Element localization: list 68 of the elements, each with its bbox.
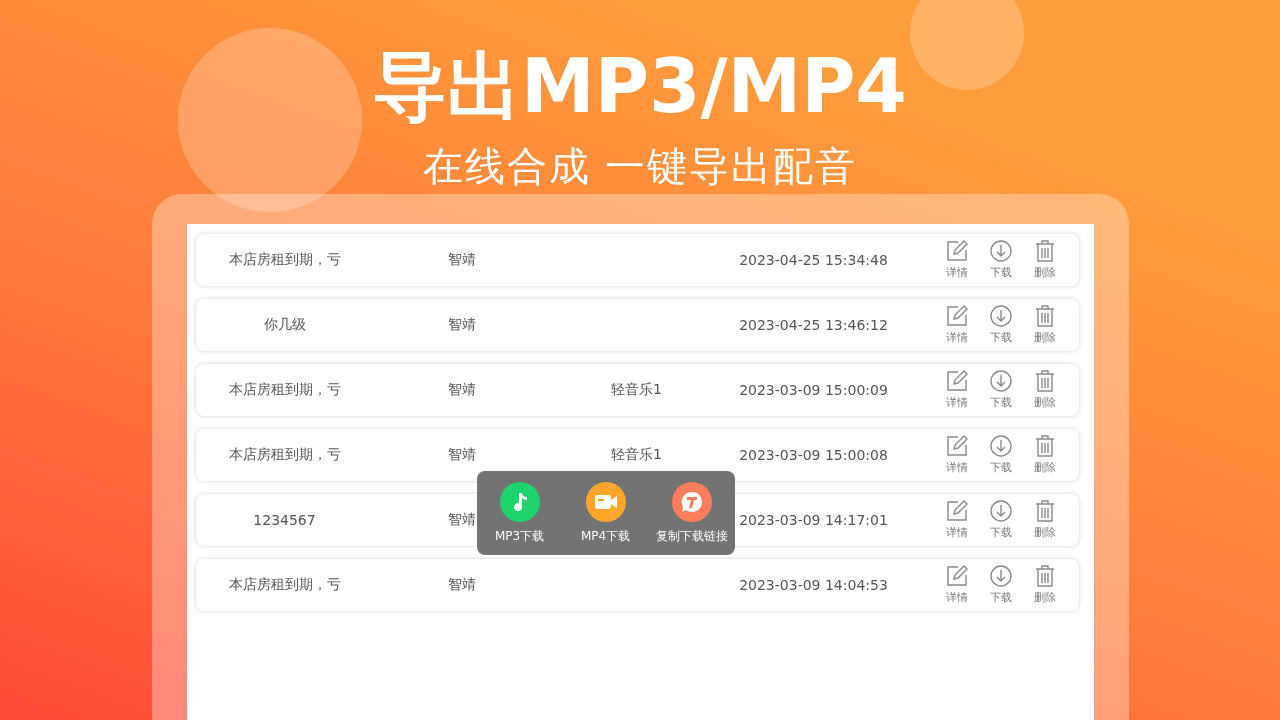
- export-option[interactable]: MP3下载: [479, 481, 560, 545]
- subheadline: 在线合成 一键导出配音: [422, 142, 858, 190]
- trash-icon: [1033, 435, 1056, 457]
- export-option[interactable]: 复制下载链接: [651, 481, 732, 545]
- music-name: 轻音乐1: [611, 381, 662, 397]
- record-title: 1234567: [253, 512, 316, 528]
- trash-icon: [1033, 500, 1056, 522]
- voice-name: 智靖: [447, 316, 476, 332]
- edit-icon: [945, 370, 968, 392]
- record-date: 2023-04-25 13:46:12: [739, 317, 888, 333]
- download-icon: [989, 370, 1012, 392]
- voice-name: 智靖: [447, 511, 476, 527]
- download-icon: [989, 435, 1012, 457]
- record-title: 你几级: [263, 316, 306, 332]
- download-button[interactable]: 下载: [978, 435, 1023, 475]
- record-title: 本店房租到期，亏: [228, 381, 341, 397]
- record-card[interactable]: 本店房租到期，亏 智靖 轻音乐1 2023-03-09 15:00:09 详情 下载 删除: [195, 364, 1079, 416]
- download-icon: [989, 565, 1012, 587]
- edit-icon: [945, 435, 968, 457]
- headline: 导出MP3/MP4: [373, 42, 907, 131]
- edit-button[interactable]: 详情: [934, 500, 979, 540]
- download-button[interactable]: 下载: [978, 500, 1023, 540]
- delete-button[interactable]: 删除: [1022, 370, 1067, 410]
- download-icon: [989, 305, 1012, 327]
- voice-name: 智靖: [447, 446, 476, 462]
- edit-icon: [945, 305, 968, 327]
- download-button[interactable]: 下载: [978, 565, 1023, 605]
- edit-button[interactable]: 详情: [934, 305, 979, 345]
- voice-name: 智靖: [447, 251, 476, 267]
- delete-button[interactable]: 删除: [1022, 240, 1067, 280]
- trash-icon: [1033, 370, 1056, 392]
- video-camera-icon: [593, 492, 618, 511]
- download-icon: [989, 500, 1012, 522]
- delete-button[interactable]: 删除: [1022, 435, 1067, 475]
- trash-icon: [1033, 305, 1056, 327]
- edit-button[interactable]: 详情: [934, 240, 979, 280]
- chat-t-icon: [679, 489, 704, 514]
- edit-button[interactable]: 详情: [934, 565, 979, 605]
- download-button[interactable]: 下载: [978, 370, 1023, 410]
- record-card[interactable]: 本店房租到期，亏 智靖 2023-03-09 14:04:53 详情 下载 删除: [195, 559, 1079, 611]
- record-card[interactable]: 本店房租到期，亏 智靖 轻音乐1 2023-03-09 15:00:08 详情 下载 删除: [195, 429, 1079, 481]
- record-title: 本店房租到期，亏: [228, 251, 341, 267]
- edit-button[interactable]: 详情: [934, 370, 979, 410]
- voice-name: 智靖: [447, 576, 476, 592]
- trash-icon: [1033, 240, 1056, 262]
- trash-icon: [1033, 565, 1056, 587]
- edit-icon: [945, 500, 968, 522]
- delete-button[interactable]: 删除: [1022, 565, 1067, 605]
- music-name: 轻音乐1: [611, 446, 662, 462]
- record-date: 2023-03-09 15:00:09: [739, 382, 888, 398]
- edit-icon: [945, 240, 968, 262]
- record-date: 2023-03-09 15:00:08: [739, 447, 888, 463]
- export-option[interactable]: MP4下载: [565, 481, 646, 545]
- edit-icon: [945, 565, 968, 587]
- voice-name: 智靖: [447, 381, 476, 397]
- record-title: 本店房租到期，亏: [228, 446, 341, 462]
- record-date: 2023-04-25 15:34:48: [739, 252, 888, 268]
- download-button[interactable]: 下载: [978, 305, 1023, 345]
- record-card[interactable]: 本店房租到期，亏 智靖 2023-04-25 15:34:48 详情 下载 删除: [195, 234, 1079, 286]
- edit-button[interactable]: 详情: [934, 435, 979, 475]
- record-date: 2023-03-09 14:17:01: [739, 512, 888, 528]
- download-icon: [989, 240, 1012, 262]
- record-card[interactable]: 你几级 智靖 2023-04-25 13:46:12 详情 下载 删除: [195, 299, 1079, 351]
- record-title: 本店房租到期，亏: [228, 576, 341, 592]
- record-date: 2023-03-09 14:04:53: [739, 577, 888, 593]
- delete-button[interactable]: 删除: [1022, 500, 1067, 540]
- download-button[interactable]: 下载: [978, 240, 1023, 280]
- delete-button[interactable]: 删除: [1022, 305, 1067, 345]
